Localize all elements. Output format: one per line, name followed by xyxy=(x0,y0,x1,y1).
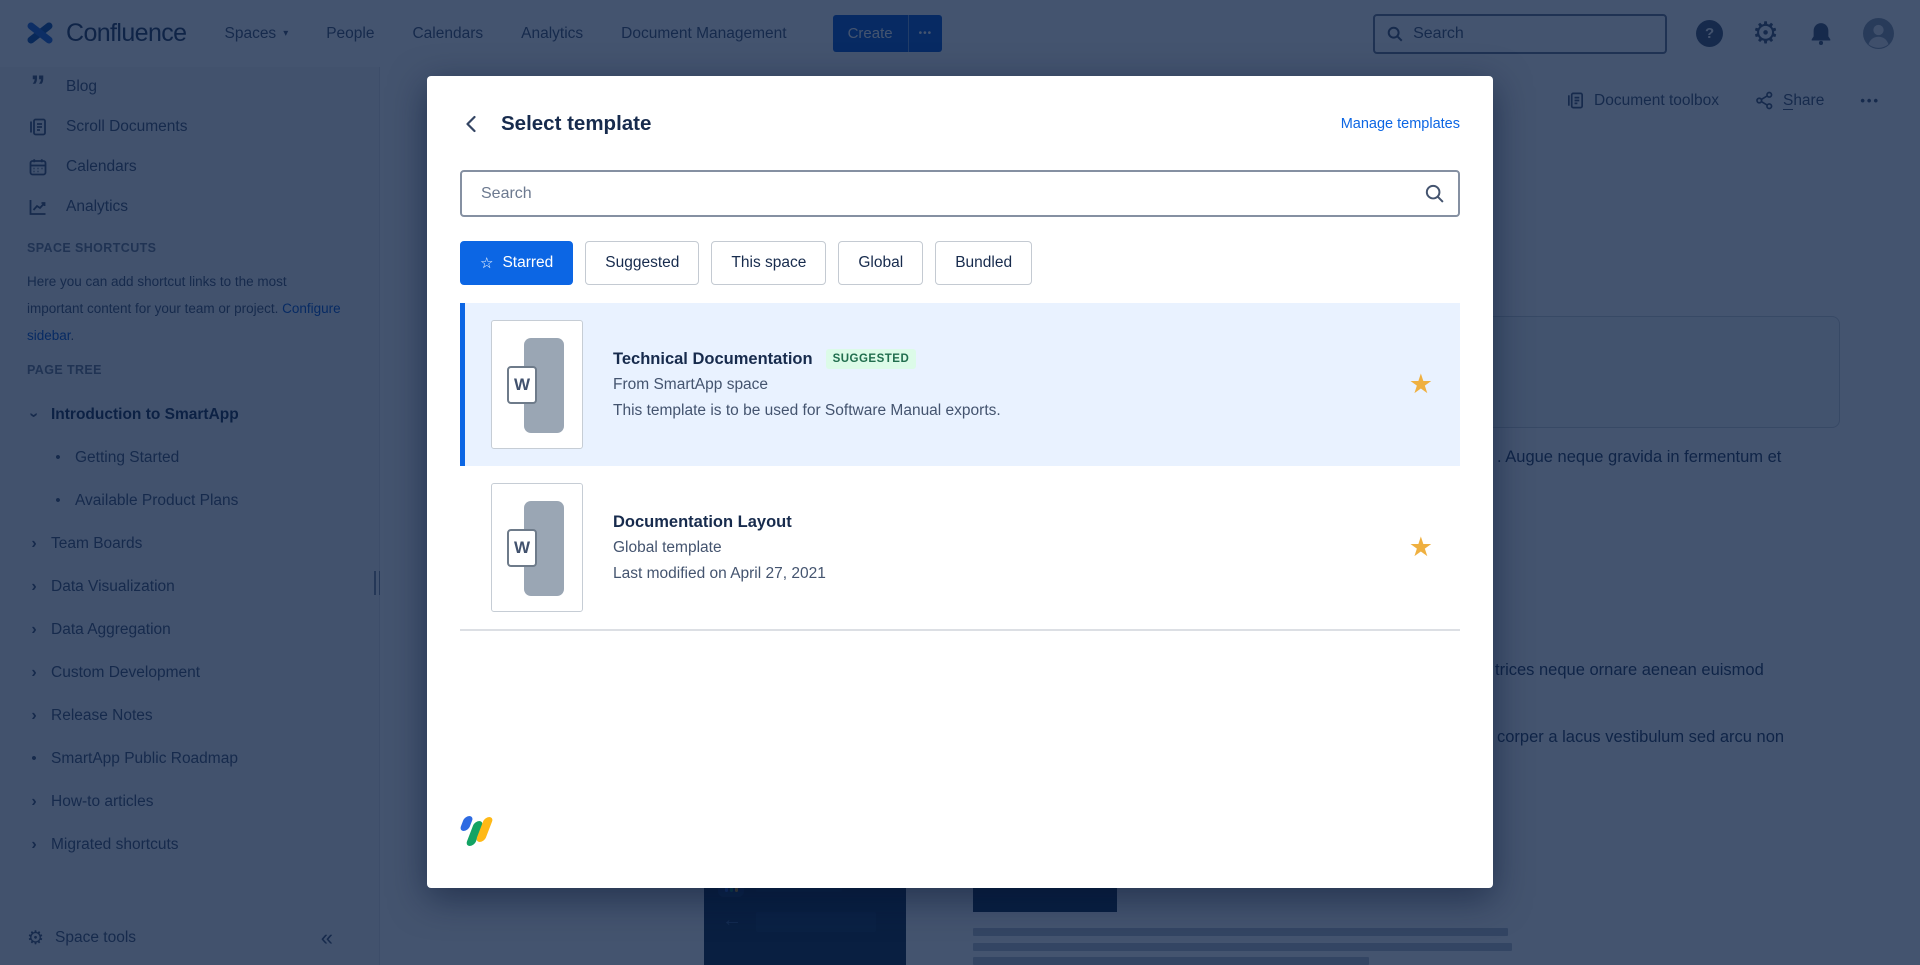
template-search[interactable] xyxy=(460,170,1460,217)
template-info: Documentation Layout Global template Las… xyxy=(613,483,826,612)
star-button[interactable]: ★ xyxy=(1409,534,1433,561)
vendor-logo xyxy=(460,816,500,846)
star-outline-icon: ☆ xyxy=(480,254,493,272)
list-divider xyxy=(460,629,1460,631)
manage-templates-link[interactable]: Manage templates xyxy=(1341,116,1460,132)
template-title: Documentation Layout xyxy=(613,513,792,532)
template-filters: ☆ Starred Suggested This space Global Bu… xyxy=(460,241,1460,285)
chevron-left-icon xyxy=(460,112,484,136)
template-modified: Last modified on April 27, 2021 xyxy=(613,561,826,587)
word-document-icon: W xyxy=(491,483,583,612)
filter-this-space[interactable]: This space xyxy=(711,241,826,285)
template-source: Global template xyxy=(613,535,826,561)
suggested-badge: SUGGESTED xyxy=(826,349,917,369)
filter-starred[interactable]: ☆ Starred xyxy=(460,241,573,285)
template-card-technical-documentation[interactable]: W Technical Documentation SUGGESTED From… xyxy=(460,303,1460,466)
star-button[interactable]: ★ xyxy=(1409,371,1433,398)
dialog-header: Select template Manage templates xyxy=(460,76,1460,138)
dialog-title: Select template xyxy=(501,112,651,136)
template-source: From SmartApp space xyxy=(613,372,1001,398)
filter-global[interactable]: Global xyxy=(838,241,923,285)
template-title: Technical Documentation xyxy=(613,350,813,369)
template-info: Technical Documentation SUGGESTED From S… xyxy=(613,320,1001,449)
back-button[interactable] xyxy=(460,112,484,136)
filter-bundled[interactable]: Bundled xyxy=(935,241,1032,285)
template-card-documentation-layout[interactable]: W Documentation Layout Global template L… xyxy=(460,481,1460,614)
template-description: This template is to be used for Software… xyxy=(613,398,1001,424)
filter-suggested[interactable]: Suggested xyxy=(585,241,699,285)
template-list: W Technical Documentation SUGGESTED From… xyxy=(460,303,1460,631)
search-icon xyxy=(1424,183,1445,204)
word-document-icon: W xyxy=(491,320,583,449)
select-template-dialog: Select template Manage templates ☆ Starr… xyxy=(427,76,1493,888)
template-search-input[interactable] xyxy=(460,170,1460,217)
